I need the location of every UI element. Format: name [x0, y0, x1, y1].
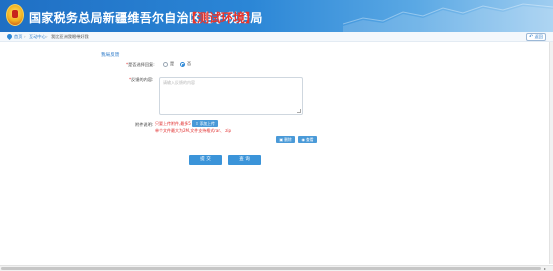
feedback-content-textarea[interactable]: 请输入反馈的内容: [159, 77, 303, 115]
radio-no-label: 否: [187, 61, 192, 66]
breadcrumb: 首页 › 互动中心 › 我比亚洲我眼带好我: [0, 32, 553, 42]
resize-handle-icon[interactable]: [297, 109, 301, 113]
preview-button-label: 查看: [305, 137, 314, 142]
upload-icon: ⇧: [195, 121, 199, 126]
breadcrumb-separator-icon: ›: [24, 34, 26, 39]
back-button[interactable]: ↶ 返回: [526, 33, 546, 41]
return-arrow-icon: ↶: [529, 34, 534, 40]
back-button-label: 返回: [534, 34, 543, 39]
top-banner: 国家税务总局新疆维吾尔自治区电子税务局 【测试环境】: [0, 0, 553, 32]
upload-button[interactable]: ⇧添加上传: [192, 120, 218, 127]
vertical-scrollbar[interactable]: [549, 42, 553, 264]
delete-button-label: 删除: [284, 137, 292, 142]
submit-button[interactable]: 提 交: [189, 155, 222, 165]
view-icon: ◉: [301, 137, 305, 142]
tax-bureau-emblem-icon: [6, 4, 24, 26]
feedback-content-label-text: 反馈的内容:: [131, 77, 154, 82]
attachment-hint-1: 只要上传附件,最多5: [155, 121, 191, 126]
scroll-right-arrow-icon[interactable]: ▸: [544, 266, 546, 271]
attachment-hint-2: 单个文件最大为2M,文件支持格式rar、 zip: [155, 128, 232, 133]
section-title: 我局反馈: [101, 53, 120, 58]
breadcrumb-home[interactable]: 首页: [14, 34, 22, 40]
select-agent-label-text: 是否选择回复:: [128, 62, 155, 67]
great-wall-decoration: [343, 3, 553, 32]
horizontal-scrollbar-thumb[interactable]: [1, 267, 541, 270]
radio-yes-label: 是: [170, 61, 175, 66]
horizontal-scrollbar[interactable]: ▸: [0, 265, 553, 271]
attachment-label: 附件说明:: [135, 122, 154, 127]
breadcrumb-interaction-center[interactable]: 互动中心: [29, 34, 46, 40]
radio-no[interactable]: [180, 62, 185, 67]
feedback-content-placeholder: 请输入反馈的内容: [163, 80, 195, 85]
delete-button[interactable]: ▣删除: [276, 136, 295, 143]
breadcrumb-separator-icon: ›: [46, 34, 48, 39]
feedback-content-label: *反馈的内容:: [129, 77, 153, 83]
radio-yes[interactable]: [163, 62, 168, 67]
environment-tag: 【测试环境】: [185, 11, 258, 25]
breadcrumb-current-page: 我比亚洲我眼带好我: [51, 34, 89, 39]
location-pin-icon: [5, 32, 14, 41]
delete-icon: ▣: [279, 137, 284, 142]
select-agent-label: *是否选择回复:: [126, 62, 155, 68]
query-button[interactable]: 查 询: [228, 155, 261, 165]
preview-button[interactable]: ◉查看: [298, 136, 317, 143]
upload-button-label: 添加上传: [199, 121, 215, 126]
